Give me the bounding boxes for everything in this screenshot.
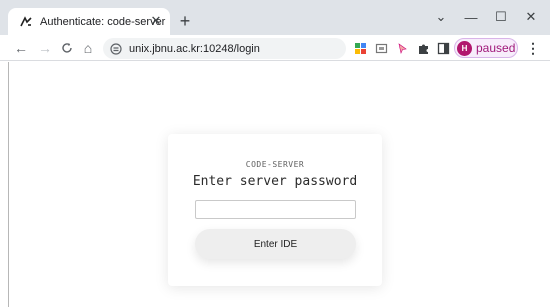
tab-authenticate[interactable]: Authenticate: code-server ✕ [8,8,170,35]
cursor-extension-icon[interactable] [394,40,410,56]
forward-button[interactable]: → [36,39,54,57]
window-edge [8,62,9,307]
side-panel-icon[interactable] [435,40,451,56]
browser-toolbar: ← → ⌂ unix.jbnu.ac.kr:10248/login H paus… [0,35,550,61]
url-text[interactable]: unix.jbnu.ac.kr:10248/login [129,43,260,55]
puzzle-icon[interactable] [415,40,431,56]
reload-icon [62,43,72,53]
back-button[interactable]: ← [12,39,30,57]
reload-button[interactable] [58,39,76,57]
maximize-button[interactable]: ☐ [490,6,512,28]
google-drive-icon[interactable] [352,40,368,56]
login-card: CODE-SERVER Enter server password Enter … [168,134,382,286]
tune-icon[interactable] [109,42,123,56]
app-name: CODE-SERVER [245,160,305,169]
enter-ide-button[interactable]: Enter IDE [195,229,356,259]
profile-button[interactable]: H paused [454,38,518,58]
tab-close-icon[interactable]: ✕ [148,13,164,29]
home-button[interactable]: ⌂ [79,39,97,57]
profile-status: paused [476,41,516,55]
tab-title: Authenticate: code-server [40,15,166,28]
code-server-logo-icon [18,14,34,30]
close-window-button[interactable]: ✕ [520,6,542,28]
address-bar[interactable]: unix.jbnu.ac.kr:10248/login [103,38,346,59]
chevron-down-icon[interactable]: ⌄ [430,6,452,28]
minimize-button[interactable]: — [460,6,482,28]
page-title: Enter server password [192,174,358,189]
tab-strip: Authenticate: code-server ✕ + ⌄ — ☐ ✕ [0,0,550,35]
screen-capture-icon[interactable] [373,40,389,56]
avatar: H [457,40,472,56]
more-menu-icon[interactable]: ⋮ [526,39,540,57]
password-field[interactable] [195,200,356,219]
new-tab-button[interactable]: + [176,12,194,30]
